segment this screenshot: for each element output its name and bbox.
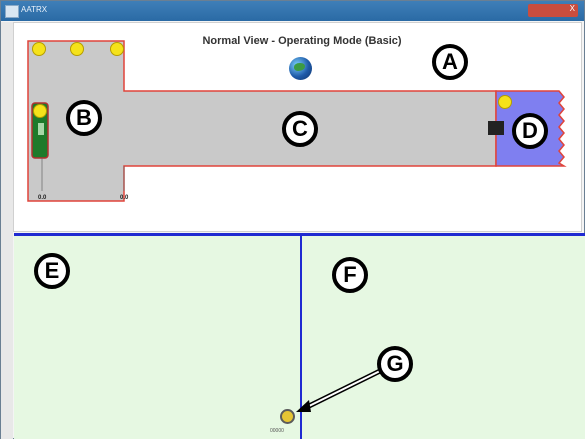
marker-g: G [377, 346, 413, 382]
g-arrow [296, 368, 382, 412]
g-status-label: 00000 [270, 428, 284, 434]
g-status-indicator[interactable] [280, 409, 295, 424]
